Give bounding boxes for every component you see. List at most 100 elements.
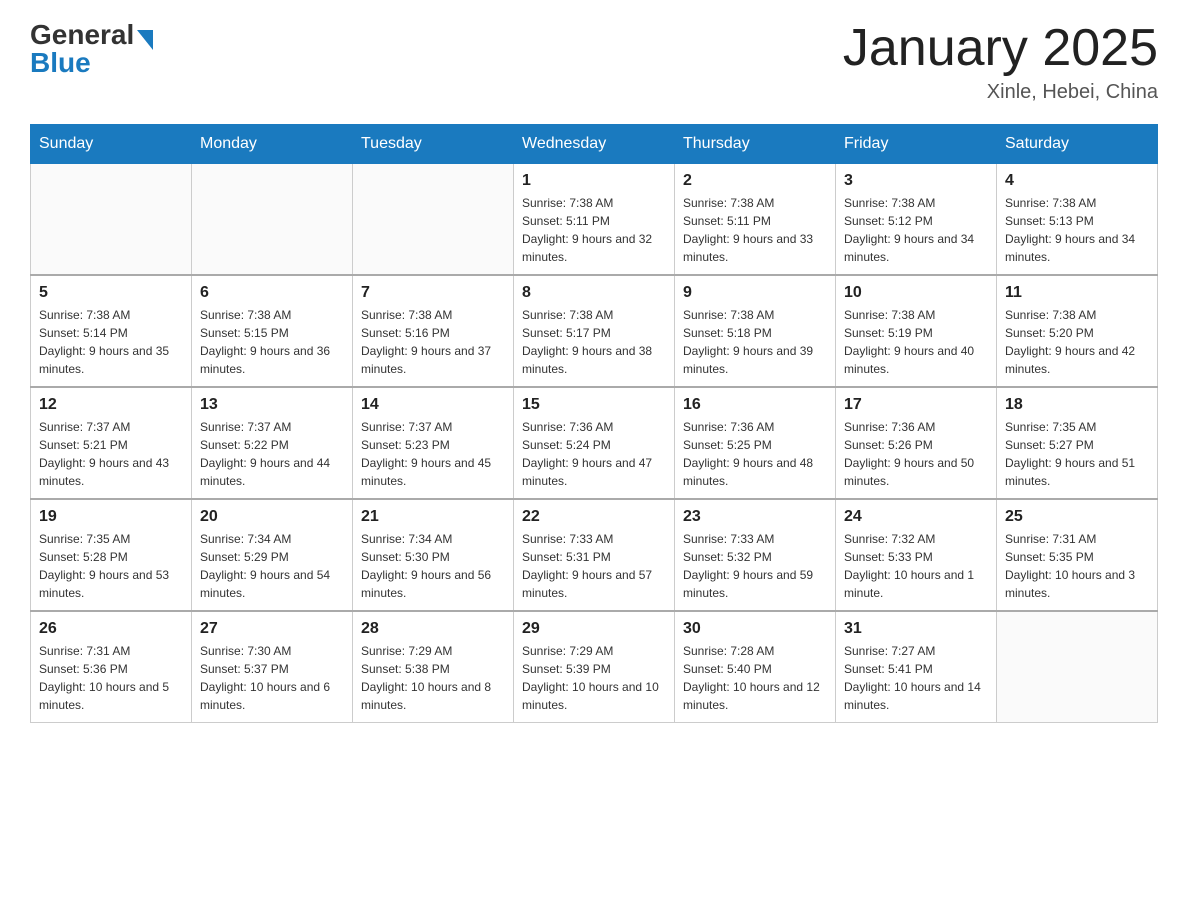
day-info: Sunrise: 7:29 AMSunset: 5:38 PMDaylight:… <box>361 642 505 714</box>
calendar-table: SundayMondayTuesdayWednesdayThursdayFrid… <box>30 124 1158 723</box>
calendar-cell: 26 Sunrise: 7:31 AMSunset: 5:36 PMDayligh… <box>31 611 192 723</box>
day-info: Sunrise: 7:38 AMSunset: 5:16 PMDaylight:… <box>361 306 505 378</box>
calendar-cell: 15 Sunrise: 7:36 AMSunset: 5:24 PMDayligh… <box>514 387 675 499</box>
calendar-cell: 1 Sunrise: 7:38 AMSunset: 5:11 PMDaylight… <box>514 164 675 276</box>
calendar-cell: 7 Sunrise: 7:38 AMSunset: 5:16 PMDaylight… <box>353 275 514 387</box>
day-number: 31 <box>844 620 988 638</box>
calendar-cell: 3 Sunrise: 7:38 AMSunset: 5:12 PMDaylight… <box>836 164 997 276</box>
header-monday: Monday <box>192 125 353 164</box>
logo: General Blue <box>30 20 153 77</box>
calendar-cell: 6 Sunrise: 7:38 AMSunset: 5:15 PMDaylight… <box>192 275 353 387</box>
week-row-1: 1 Sunrise: 7:38 AMSunset: 5:11 PMDaylight… <box>31 164 1158 276</box>
day-number: 25 <box>1005 508 1149 526</box>
day-info: Sunrise: 7:38 AMSunset: 5:12 PMDaylight:… <box>844 194 988 266</box>
calendar-cell: 22Sunrise: 7:33 AMSunset: 5:31 PMDayligh… <box>514 499 675 611</box>
day-info: Sunrise: 7:28 AMSunset: 5:40 PMDaylight:… <box>683 642 827 714</box>
calendar-cell: 18Sunrise: 7:35 AMSunset: 5:27 PMDayligh… <box>997 387 1158 499</box>
day-number: 18 <box>1005 396 1149 414</box>
day-number: 3 <box>844 172 988 190</box>
day-number: 17 <box>844 396 988 414</box>
page-header: General Blue January 2025 Xinle, Hebei, … <box>30 20 1158 104</box>
day-info: Sunrise: 7:37 AMSunset: 5:22 PMDaylight:… <box>200 418 344 490</box>
day-number: 15 <box>522 396 666 414</box>
month-title: January 2025 <box>843 20 1158 77</box>
header-wednesday: Wednesday <box>514 125 675 164</box>
day-info: Sunrise: 7:35 AMSunset: 5:28 PMDaylight:… <box>39 530 183 602</box>
calendar-cell <box>31 164 192 276</box>
calendar-cell: 8 Sunrise: 7:38 AMSunset: 5:17 PMDaylight… <box>514 275 675 387</box>
day-info: Sunrise: 7:36 AMSunset: 5:26 PMDaylight:… <box>844 418 988 490</box>
calendar-cell: 31 Sunrise: 7:27 AMSunset: 5:41 PMDayligh… <box>836 611 997 723</box>
day-info: Sunrise: 7:36 AMSunset: 5:24 PMDaylight:… <box>522 418 666 490</box>
header-friday: Friday <box>836 125 997 164</box>
day-info: Sunrise: 7:36 AMSunset: 5:25 PMDaylight:… <box>683 418 827 490</box>
title-block: January 2025 Xinle, Hebei, China <box>843 20 1158 104</box>
day-info: Sunrise: 7:31 AMSunset: 5:36 PMDaylight:… <box>39 642 183 714</box>
day-info: Sunrise: 7:38 AMSunset: 5:17 PMDaylight:… <box>522 306 666 378</box>
day-info: Sunrise: 7:34 AMSunset: 5:29 PMDaylight:… <box>200 530 344 602</box>
calendar-cell: 11 Sunrise: 7:38 AMSunset: 5:20 PMDayligh… <box>997 275 1158 387</box>
day-number: 30 <box>683 620 827 638</box>
day-info: Sunrise: 7:38 AMSunset: 5:11 PMDaylight:… <box>522 194 666 266</box>
header-sunday: Sunday <box>31 125 192 164</box>
day-info: Sunrise: 7:30 AMSunset: 5:37 PMDaylight:… <box>200 642 344 714</box>
header-thursday: Thursday <box>675 125 836 164</box>
day-number: 10 <box>844 284 988 302</box>
calendar-cell <box>192 164 353 276</box>
calendar-cell: 12 Sunrise: 7:37 AMSunset: 5:21 PMDayligh… <box>31 387 192 499</box>
day-info: Sunrise: 7:33 AMSunset: 5:31 PMDaylight:… <box>522 530 666 602</box>
calendar-cell: 5 Sunrise: 7:38 AMSunset: 5:14 PMDaylight… <box>31 275 192 387</box>
day-info: Sunrise: 7:38 AMSunset: 5:18 PMDaylight:… <box>683 306 827 378</box>
calendar-cell: 23 Sunrise: 7:33 AMSunset: 5:32 PMDayligh… <box>675 499 836 611</box>
day-info: Sunrise: 7:38 AMSunset: 5:15 PMDaylight:… <box>200 306 344 378</box>
day-number: 8 <box>522 284 666 302</box>
logo-text: General Blue <box>30 20 153 77</box>
calendar-cell: 16 Sunrise: 7:36 AMSunset: 5:25 PMDayligh… <box>675 387 836 499</box>
day-number: 13 <box>200 396 344 414</box>
day-number: 27 <box>200 620 344 638</box>
day-number: 1 <box>522 172 666 190</box>
day-info: Sunrise: 7:37 AMSunset: 5:23 PMDaylight:… <box>361 418 505 490</box>
location: Xinle, Hebei, China <box>843 81 1158 104</box>
calendar-cell: 4Sunrise: 7:38 AMSunset: 5:13 PMDaylight… <box>997 164 1158 276</box>
calendar-cell: 14 Sunrise: 7:37 AMSunset: 5:23 PMDayligh… <box>353 387 514 499</box>
day-number: 28 <box>361 620 505 638</box>
day-number: 6 <box>200 284 344 302</box>
day-number: 12 <box>39 396 183 414</box>
day-number: 23 <box>683 508 827 526</box>
calendar-cell: 17 Sunrise: 7:36 AMSunset: 5:26 PMDayligh… <box>836 387 997 499</box>
day-number: 5 <box>39 284 183 302</box>
day-number: 16 <box>683 396 827 414</box>
day-info: Sunrise: 7:29 AMSunset: 5:39 PMDaylight:… <box>522 642 666 714</box>
header-saturday: Saturday <box>997 125 1158 164</box>
day-info: Sunrise: 7:38 AMSunset: 5:11 PMDaylight:… <box>683 194 827 266</box>
day-number: 2 <box>683 172 827 190</box>
day-info: Sunrise: 7:38 AMSunset: 5:20 PMDaylight:… <box>1005 306 1149 378</box>
day-info: Sunrise: 7:32 AMSunset: 5:33 PMDaylight:… <box>844 530 988 602</box>
day-number: 14 <box>361 396 505 414</box>
calendar-cell: 29 Sunrise: 7:29 AMSunset: 5:39 PMDayligh… <box>514 611 675 723</box>
day-number: 20 <box>200 508 344 526</box>
calendar-cell <box>997 611 1158 723</box>
week-row-2: 5 Sunrise: 7:38 AMSunset: 5:14 PMDaylight… <box>31 275 1158 387</box>
calendar-cell: 28 Sunrise: 7:29 AMSunset: 5:38 PMDayligh… <box>353 611 514 723</box>
day-info: Sunrise: 7:33 AMSunset: 5:32 PMDaylight:… <box>683 530 827 602</box>
header-tuesday: Tuesday <box>353 125 514 164</box>
day-number: 11 <box>1005 284 1149 302</box>
calendar-cell: 30 Sunrise: 7:28 AMSunset: 5:40 PMDayligh… <box>675 611 836 723</box>
day-number: 4 <box>1005 172 1149 190</box>
calendar-cell: 27 Sunrise: 7:30 AMSunset: 5:37 PMDayligh… <box>192 611 353 723</box>
day-number: 26 <box>39 620 183 638</box>
day-info: Sunrise: 7:37 AMSunset: 5:21 PMDaylight:… <box>39 418 183 490</box>
day-info: Sunrise: 7:38 AMSunset: 5:14 PMDaylight:… <box>39 306 183 378</box>
calendar-cell <box>353 164 514 276</box>
day-number: 7 <box>361 284 505 302</box>
day-number: 29 <box>522 620 666 638</box>
day-info: Sunrise: 7:27 AMSunset: 5:41 PMDaylight:… <box>844 642 988 714</box>
calendar-cell: 2 Sunrise: 7:38 AMSunset: 5:11 PMDaylight… <box>675 164 836 276</box>
day-number: 9 <box>683 284 827 302</box>
week-row-4: 19 Sunrise: 7:35 AMSunset: 5:28 PMDayligh… <box>31 499 1158 611</box>
calendar-cell: 9 Sunrise: 7:38 AMSunset: 5:18 PMDaylight… <box>675 275 836 387</box>
day-number: 19 <box>39 508 183 526</box>
calendar-cell: 13 Sunrise: 7:37 AMSunset: 5:22 PMDayligh… <box>192 387 353 499</box>
